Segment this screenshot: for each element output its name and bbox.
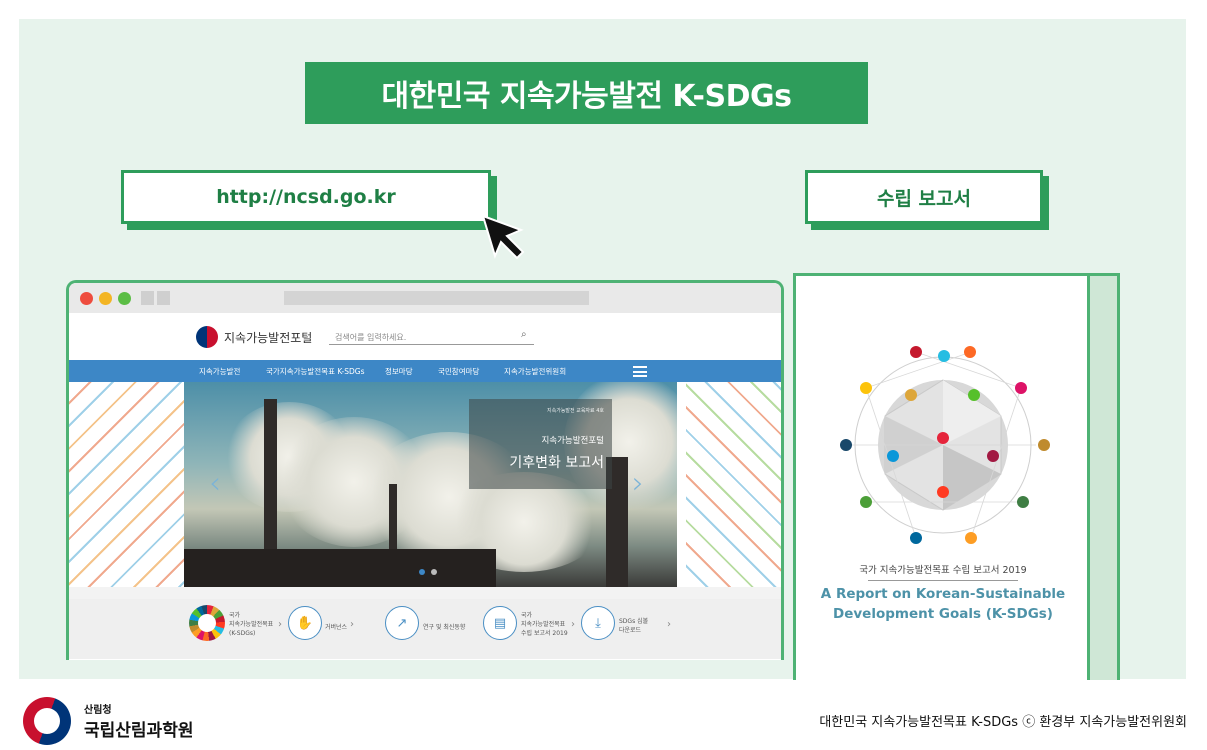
- search-input[interactable]: 검색어를 입력하세요.: [329, 331, 534, 345]
- nav-item[interactable]: 지속가능발전위원회: [504, 366, 566, 377]
- quick-link-label[interactable]: 연구 및 최신동향: [423, 623, 465, 632]
- address-bar: [284, 291, 589, 305]
- sdg-wheel-icon[interactable]: [189, 605, 225, 641]
- url-link[interactable]: http://ncsd.go.kr: [121, 170, 491, 224]
- decor-stripes-left: [69, 382, 184, 587]
- governance-icon[interactable]: ✋: [288, 606, 322, 640]
- search-icon[interactable]: ⌕: [521, 329, 527, 340]
- report-cover: 국가 지속가능발전목표 수립 보고서 2019 A Report on Kore…: [793, 273, 1120, 680]
- org-small: 산림청: [84, 705, 112, 716]
- report-subtitle: 국가 지속가능발전목표 수립 보고서 2019: [859, 565, 1027, 576]
- nav-item[interactable]: 국민참여마당: [438, 366, 479, 377]
- browser-window: 지속가능발전포털 검색어를 입력하세요. ⌕ 지속가능발전 국가지속가능발전목표…: [66, 280, 784, 660]
- quick-link-label[interactable]: 거버넌스: [325, 623, 347, 632]
- org-name: 국립산림과학원: [84, 721, 194, 741]
- chevron-right-icon: ›: [571, 619, 575, 630]
- divider: [868, 580, 1018, 581]
- footer-credit: 대한민국 지속가능발전목표 K-SDGs ⓒ 환경부 지속가능발전위원회: [819, 715, 1187, 730]
- cursor-icon: [481, 214, 525, 259]
- report-title: A Report on Korean-Sustainable Developme…: [820, 586, 1066, 622]
- hero-small-text: 지속가능발전 교육자료 4호: [547, 408, 604, 414]
- chevron-right-icon: ›: [278, 619, 282, 630]
- nav-item[interactable]: 정보마당: [385, 366, 413, 377]
- hero-banner: 지속가능발전 교육자료 4호 지속가능발전포털 기후변화 보고서 ‹ ›: [69, 382, 781, 587]
- chevron-right-icon: ›: [350, 619, 354, 630]
- browser-chrome: [69, 283, 781, 313]
- decor-stripes-right: [686, 382, 781, 587]
- nav-item[interactable]: 국가지속가능발전목표 K-SDGs: [266, 366, 364, 377]
- next-arrow-icon[interactable]: ›: [632, 466, 644, 501]
- report-label-box: 수립 보고서: [805, 170, 1043, 224]
- prev-arrow-icon[interactable]: ‹: [209, 466, 221, 501]
- hero-subtitle: 지속가능발전포털: [541, 436, 604, 446]
- nav-item[interactable]: 지속가능발전: [199, 366, 240, 377]
- site-nav: 지속가능발전 국가지속가능발전목표 K-SDGs 정보마당 국민참여마당 지속가…: [69, 360, 781, 382]
- page-title: 대한민국 지속가능발전 K-SDGs: [305, 62, 868, 124]
- hero-card[interactable]: 지속가능발전 교육자료 4호 지속가능발전포털 기후변화 보고서: [469, 399, 612, 489]
- quick-link-label[interactable]: 국가 지속가능발전목표 (K-SDGs): [229, 611, 273, 638]
- quick-links: 국가 지속가능발전목표 (K-SDGs) › ✋ 거버넌스 › ↗ 연구 및 최신동…: [69, 599, 781, 659]
- report-spine: [1087, 276, 1117, 680]
- minimize-dot-icon: [99, 292, 112, 305]
- chevron-right-icon: ›: [667, 619, 671, 630]
- report-doc-icon[interactable]: ▤: [483, 606, 517, 640]
- menu-icon[interactable]: [633, 366, 647, 377]
- close-dot-icon: [80, 292, 93, 305]
- quick-link-label[interactable]: SDGs 심볼 다운로드: [619, 617, 648, 635]
- site-logo-icon: [196, 326, 218, 348]
- hero-photo: 지속가능발전 교육자료 4호 지속가능발전포털 기후변화 보고서 ‹ ›: [184, 382, 677, 587]
- government-logo-icon: [23, 697, 71, 745]
- back-icon: [141, 291, 154, 305]
- download-icon[interactable]: ⤓: [581, 606, 615, 640]
- hero-title: 기후변화 보고서: [509, 455, 604, 471]
- forward-icon: [157, 291, 170, 305]
- quick-link-label[interactable]: 국가 지속가능발전목표 수립 보고서 2019: [521, 611, 568, 638]
- maximize-dot-icon: [118, 292, 131, 305]
- trend-chart-icon[interactable]: ↗: [385, 606, 419, 640]
- sdg-network-graphic: [840, 346, 1050, 544]
- site-header: 지속가능발전포털 검색어를 입력하세요. ⌕: [69, 313, 781, 360]
- pager-dot-active[interactable]: [419, 569, 425, 575]
- pager-dot[interactable]: [431, 569, 437, 575]
- site-name[interactable]: 지속가능발전포털: [224, 329, 312, 346]
